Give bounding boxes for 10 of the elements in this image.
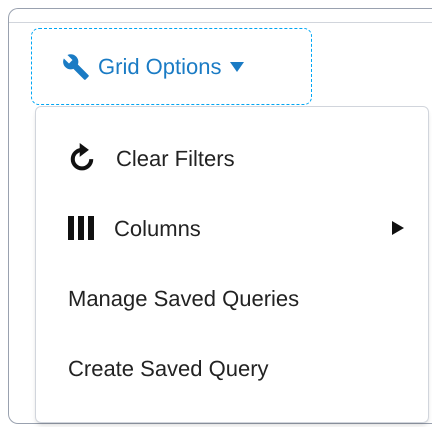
menu-item[interactable]: Create Saved Query	[36, 333, 428, 403]
refresh-icon	[68, 143, 96, 173]
grid-options-button[interactable]: Grid Options	[31, 28, 312, 105]
columns-icon	[68, 216, 94, 240]
caret-icon	[230, 62, 244, 72]
menu-item[interactable]: Columns	[36, 193, 428, 263]
menu-item[interactable]: Clear Filters	[36, 123, 428, 193]
menu-item[interactable]: Manage Saved Queries	[36, 263, 428, 333]
wrench-icon	[62, 52, 90, 80]
submenu-arrow-icon	[392, 221, 404, 235]
